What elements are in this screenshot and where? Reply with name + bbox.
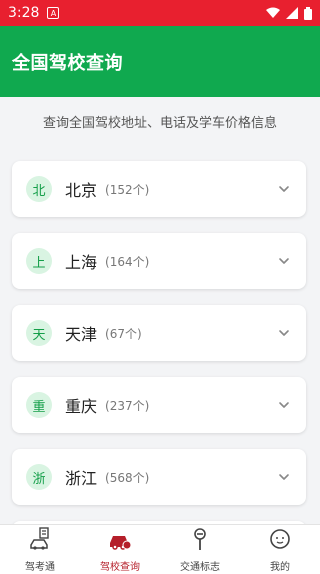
region-name: 天津 xyxy=(65,325,98,344)
region-count: (164个) xyxy=(105,254,150,269)
chevron-down-icon xyxy=(279,258,289,264)
region-count: (152个) xyxy=(105,182,150,197)
nav-label: 交通标志 xyxy=(180,562,220,573)
status-icons xyxy=(266,6,312,20)
status-time: 3:28 xyxy=(8,5,40,21)
region-name: 上海 xyxy=(65,253,98,272)
nav-label: 驾考通 xyxy=(25,562,55,573)
region-name: 重庆 xyxy=(65,397,98,416)
signal-icon xyxy=(286,7,298,19)
chevron-down-icon xyxy=(279,474,289,480)
page-subtitle: 查询全国驾校地址、电话及学车价格信息 xyxy=(42,116,277,131)
driving-test-icon xyxy=(27,526,53,556)
nav-item[interactable]: 交通标志 xyxy=(160,525,240,574)
region-name: 北京 xyxy=(65,181,98,200)
region-card[interactable]: 浙浙江 (568个) xyxy=(12,449,306,505)
app-notification-icon: A xyxy=(47,7,60,19)
region-count: (568个) xyxy=(105,470,150,485)
app-header: 全国驾校查询 xyxy=(0,26,320,97)
bottom-nav: 驾考通 驾校查询 交通标志 我的 xyxy=(0,524,320,574)
region-card[interactable]: 重重庆 (237个) xyxy=(12,377,306,433)
region-badge: 浙 xyxy=(26,464,52,490)
region-count: (67个) xyxy=(105,326,142,341)
region-badge: 北 xyxy=(26,176,52,202)
nav-item[interactable]: 驾校查询 xyxy=(80,525,160,574)
chevron-down-icon xyxy=(279,402,289,408)
wifi-icon xyxy=(266,7,280,18)
nav-label: 我的 xyxy=(270,562,290,573)
region-count: (237个) xyxy=(105,398,150,413)
nav-item[interactable]: 驾考通 xyxy=(0,525,80,574)
battery-icon xyxy=(304,6,312,20)
traffic-sign-icon xyxy=(187,526,213,556)
profile-icon xyxy=(267,526,293,556)
region-badge: 天 xyxy=(26,320,52,346)
chevron-down-icon xyxy=(279,330,289,336)
region-name: 浙江 xyxy=(65,469,98,488)
region-card[interactable]: 北北京 (152个) xyxy=(12,161,306,217)
chevron-down-icon xyxy=(279,186,289,192)
region-card[interactable]: 上上海 (164个) xyxy=(12,233,306,289)
nav-label: 驾校查询 xyxy=(100,562,140,573)
region-card[interactable]: 天天津 (67个) xyxy=(12,305,306,361)
page-title: 全国驾校查询 xyxy=(12,52,123,74)
region-badge: 上 xyxy=(26,248,52,274)
car-icon xyxy=(107,526,133,556)
nav-item[interactable]: 我的 xyxy=(240,525,320,574)
status-bar: 3:28 A xyxy=(0,0,320,26)
region-badge: 重 xyxy=(26,392,52,418)
